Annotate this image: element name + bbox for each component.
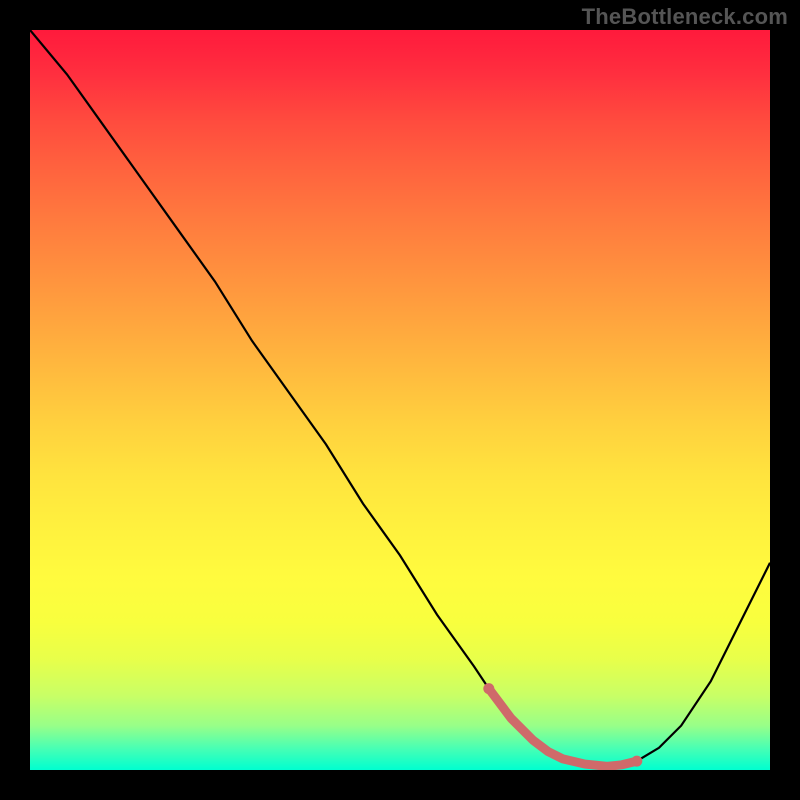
plot-area xyxy=(30,30,770,770)
watermark-label: TheBottleneck.com xyxy=(582,4,788,30)
highlight-end-dot xyxy=(631,756,642,767)
series-curve xyxy=(30,30,770,766)
curve-layer xyxy=(30,30,770,770)
highlight-start-dot xyxy=(483,683,494,694)
series-highlight xyxy=(489,689,637,767)
chart-container: TheBottleneck.com xyxy=(0,0,800,800)
